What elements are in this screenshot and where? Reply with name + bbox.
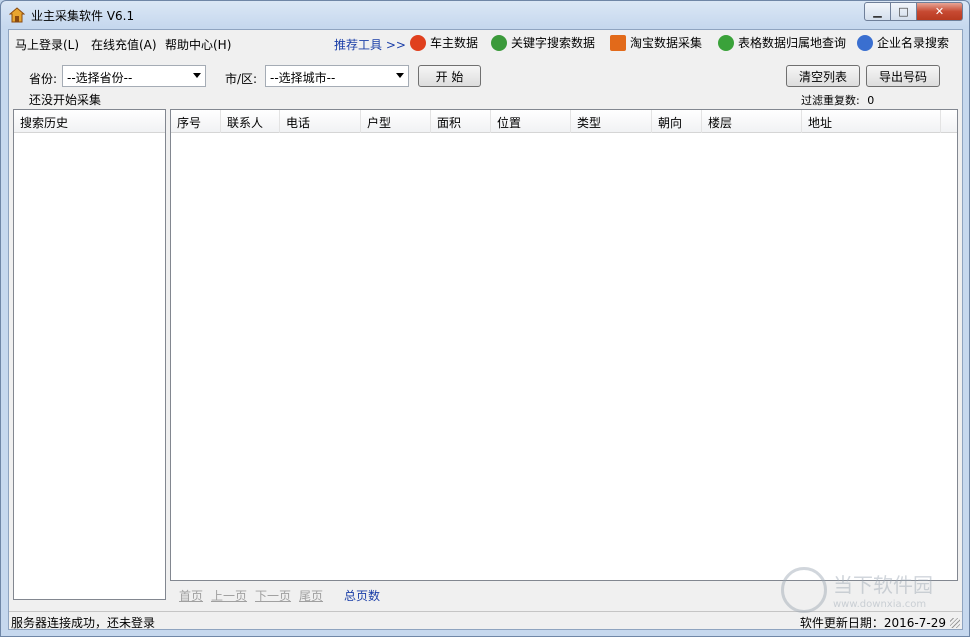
taobao-bag-icon: [610, 34, 626, 51]
client-area: 马上登录(L) 在线充值(A) 帮助中心(H) 推荐工具 >> 车主数据 关键字…: [8, 29, 963, 630]
watermark-text: 当下软件园: [833, 573, 933, 597]
column-header[interactable]: 类型: [571, 110, 652, 133]
table-location-icon: [718, 34, 734, 51]
tool-label: 车主数据: [430, 36, 479, 50]
tool-taobao[interactable]: 淘宝数据采集: [610, 34, 702, 51]
tool-table-location[interactable]: 表格数据归属地查询: [718, 34, 846, 51]
collect-status: 还没开始采集: [29, 93, 102, 107]
menu-recharge[interactable]: 在线充值(A): [91, 36, 157, 53]
column-header[interactable]: 面积: [431, 110, 491, 133]
table-header: 序号 联系人 电话 户型 面积 位置 类型 朝向 楼层 地址: [171, 110, 957, 133]
province-select[interactable]: --选择省份--: [62, 65, 206, 87]
watermark-url: www.downxia.com: [833, 599, 927, 610]
recommend-tools-label: 推荐工具 >>: [334, 38, 406, 52]
column-header[interactable]: 户型: [361, 110, 431, 133]
tool-label: 淘宝数据采集: [630, 36, 703, 50]
tool-company-search[interactable]: 企业名录搜索: [857, 34, 949, 51]
car-data-icon: [410, 34, 426, 51]
column-header[interactable]: 位置: [491, 110, 571, 133]
province-label: 省份:: [29, 72, 58, 86]
house-icon: [9, 7, 25, 23]
menu-login[interactable]: 马上登录(L): [15, 36, 79, 53]
resize-grip-icon[interactable]: [950, 618, 960, 628]
app-window: 业主采集软件 V6.1 ▁ □ ✕ 马上登录(L) 在线充值(A) 帮助中心(H…: [0, 0, 970, 637]
tool-keyword-search[interactable]: 关键字搜索数据: [491, 34, 595, 51]
tool-car-data[interactable]: 车主数据: [410, 34, 478, 51]
export-numbers-button[interactable]: 导出号码: [866, 65, 940, 87]
city-value: --选择城市--: [270, 71, 336, 85]
province-value: --选择省份--: [67, 71, 133, 85]
start-button[interactable]: 开 始: [418, 65, 481, 87]
tool-label: 表格数据归属地查询: [738, 36, 847, 50]
column-header[interactable]: 地址: [802, 110, 941, 133]
search-history-header: 搜索历史: [14, 110, 165, 133]
column-header[interactable]: 楼层: [702, 110, 802, 133]
chevron-down-icon: [396, 73, 404, 78]
close-icon: ✕: [934, 5, 945, 18]
city-select[interactable]: --选择城市--: [265, 65, 409, 87]
minimize-icon: ▁: [873, 5, 882, 18]
connection-status: 服务器连接成功，还未登录: [11, 616, 156, 630]
clear-list-button[interactable]: 清空列表: [786, 65, 860, 87]
menu-bar: 马上登录(L) 在线充值(A) 帮助中心(H) 推荐工具 >> 车主数据 关键字…: [9, 30, 962, 56]
pager-last[interactable]: 尾页: [299, 587, 323, 604]
pager-first[interactable]: 首页: [179, 587, 203, 604]
menu-help[interactable]: 帮助中心(H): [165, 36, 231, 53]
chevron-down-icon: [193, 73, 201, 78]
title-bar[interactable]: 业主采集软件 V6.1 ▁ □ ✕: [1, 1, 969, 29]
watermark: 当下软件园 www.downxia.com: [781, 567, 951, 627]
dup-count-value: 0: [867, 94, 875, 107]
window-title: 业主采集软件 V6.1: [31, 9, 135, 23]
keyword-search-icon: [491, 34, 507, 51]
pager-total: 总页数: [344, 589, 381, 603]
tool-label: 企业名录搜索: [877, 36, 950, 50]
column-header[interactable]: 联系人: [221, 110, 280, 133]
maximize-button[interactable]: □: [891, 2, 917, 21]
maximize-icon: □: [898, 5, 909, 18]
column-header[interactable]: 朝向: [652, 110, 702, 133]
minimize-button[interactable]: ▁: [864, 2, 891, 21]
pager-next[interactable]: 下一页: [255, 587, 291, 604]
pager-prev[interactable]: 上一页: [211, 587, 247, 604]
column-header[interactable]: 序号: [171, 110, 221, 133]
city-label: 市/区:: [225, 72, 258, 86]
close-button[interactable]: ✕: [917, 2, 963, 21]
dup-count-label: 过滤重复数: 0: [801, 92, 874, 108]
tool-label: 关键字搜索数据: [511, 36, 596, 50]
company-search-icon: [857, 34, 873, 51]
search-history-panel[interactable]: 搜索历史: [13, 109, 166, 600]
column-header[interactable]: 电话: [280, 110, 361, 133]
dup-count-text: 过滤重复数:: [801, 94, 860, 107]
watermark-logo-icon: [781, 567, 827, 613]
results-table[interactable]: 序号 联系人 电话 户型 面积 位置 类型 朝向 楼层 地址: [170, 109, 958, 581]
